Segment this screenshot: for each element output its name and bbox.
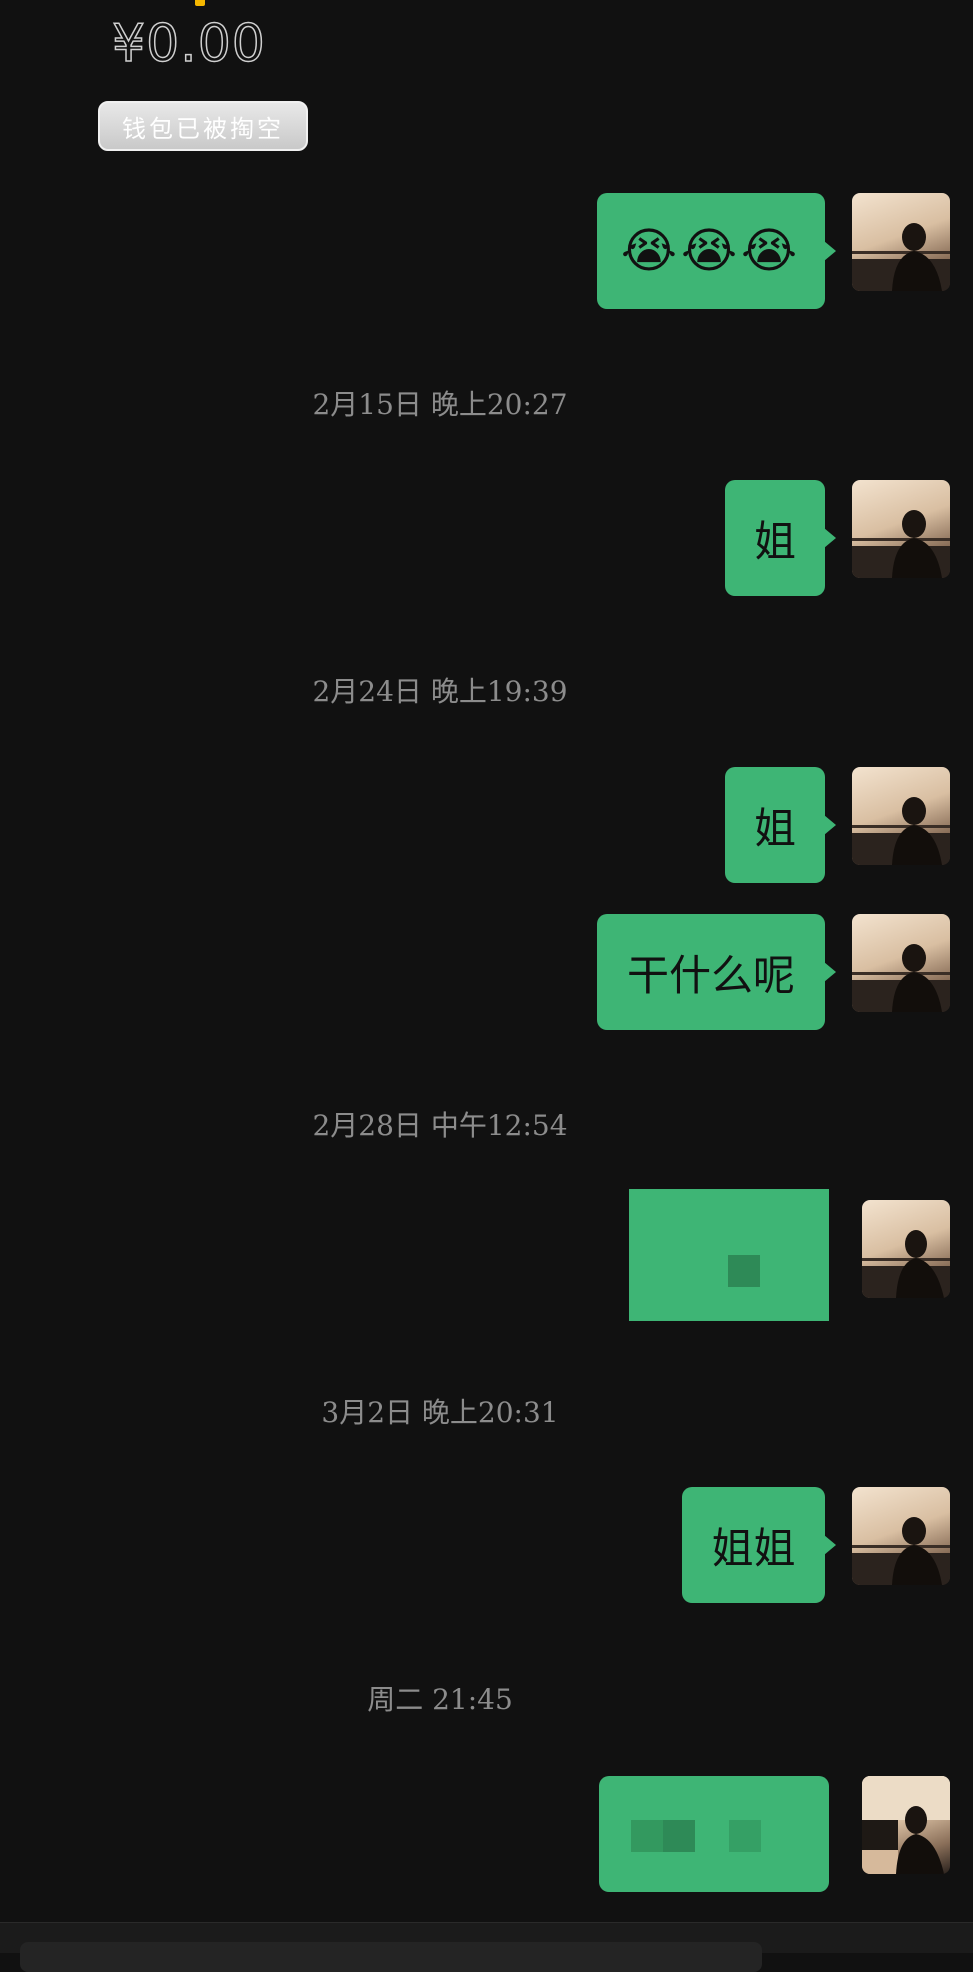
- user-avatar[interactable]: [852, 914, 950, 1012]
- user-avatar[interactable]: [852, 193, 950, 291]
- redacted-block: [729, 1820, 761, 1852]
- avatar-photo-icon: [852, 797, 950, 865]
- message-input-field[interactable]: [20, 1942, 762, 1972]
- outgoing-message-bubble[interactable]: 干什么呢: [597, 914, 836, 1030]
- avatar-photo-icon: [852, 223, 950, 291]
- avatar-photo-icon: [852, 510, 950, 578]
- redacted-block: [728, 1255, 760, 1287]
- message-timestamp: 2月28日 中午12:54: [312, 1109, 568, 1142]
- outgoing-media-message[interactable]: [629, 1189, 829, 1321]
- wallet-accent-bar: [195, 0, 205, 6]
- avatar-photo-icon: [862, 1230, 950, 1298]
- outgoing-media-message[interactable]: [599, 1776, 829, 1892]
- message-timestamp: 2月15日 晚上20:27: [312, 388, 568, 421]
- user-avatar[interactable]: [852, 767, 950, 865]
- user-avatar[interactable]: [852, 1487, 950, 1585]
- user-avatar[interactable]: [862, 1776, 950, 1874]
- wallet-status-pill[interactable]: 钱包已被掏空: [98, 101, 308, 151]
- user-avatar[interactable]: [862, 1200, 950, 1298]
- message-timestamp: 周二 21:45: [367, 1683, 513, 1716]
- message-timestamp: 3月2日 晚上20:31: [321, 1396, 559, 1429]
- wallet-amount: ¥0.00: [111, 13, 266, 75]
- avatar-photo-icon: [862, 1776, 950, 1874]
- message-timestamp: 2月24日 晚上19:39: [312, 675, 568, 708]
- redacted-block: [631, 1820, 663, 1852]
- outgoing-message-bubble[interactable]: 😭😭😭: [597, 193, 836, 309]
- avatar-photo-icon: [852, 1517, 950, 1585]
- outgoing-message-bubble[interactable]: 姐姐: [682, 1487, 836, 1603]
- outgoing-message-bubble[interactable]: 姐: [725, 767, 836, 883]
- outgoing-message-bubble[interactable]: 姐: [725, 480, 836, 596]
- user-avatar[interactable]: [852, 480, 950, 578]
- redacted-block: [663, 1820, 695, 1852]
- avatar-photo-icon: [852, 944, 950, 1012]
